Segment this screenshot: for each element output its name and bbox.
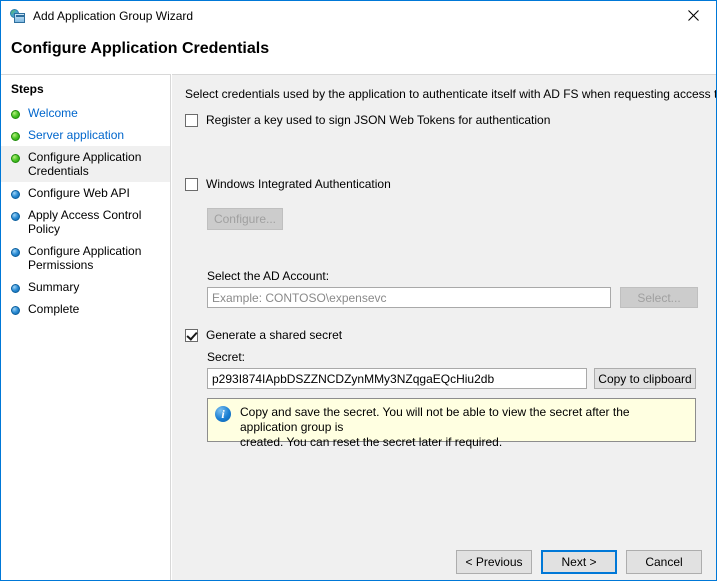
- wizard-window: Add Application Group Wizard Configure A…: [0, 0, 717, 581]
- sidebar-item-label: Summary: [28, 280, 79, 294]
- secret-info-notice: i Copy and save the secret. You will not…: [207, 398, 696, 442]
- register-jwt-key-checkbox-row[interactable]: Register a key used to sign JSON Web Tok…: [185, 113, 550, 127]
- wizard-footer: < Previous Next > Cancel: [172, 542, 716, 580]
- sidebar-item-complete[interactable]: Complete: [1, 298, 170, 320]
- sidebar-item-summary[interactable]: Summary: [1, 276, 170, 298]
- register-jwt-key-label: Register a key used to sign JSON Web Tok…: [206, 113, 550, 127]
- footer-buttons: < Previous Next > Cancel: [456, 550, 702, 574]
- sidebar-item-apply-access-control-policy[interactable]: Apply Access Control Policy: [1, 204, 170, 240]
- title-bar: Add Application Group Wizard: [1, 1, 716, 31]
- sidebar-item-configure-application-permissions[interactable]: Configure Application Permissions: [1, 240, 170, 276]
- secret-label: Secret:: [207, 350, 245, 364]
- sidebar-item-label: Welcome: [28, 106, 78, 120]
- next-button[interactable]: Next >: [541, 550, 617, 574]
- content-panel: Select credentials used by the applicati…: [172, 74, 716, 580]
- app-group-wizard-icon: [10, 8, 26, 24]
- steps-sidebar: Steps Welcome Server application Configu…: [1, 74, 171, 580]
- close-button[interactable]: [671, 1, 716, 30]
- step-bullet-icon: [11, 154, 20, 163]
- windows-integrated-auth-checkbox[interactable]: [185, 178, 198, 191]
- notice-line-1: Copy and save the secret. You will not b…: [240, 405, 630, 434]
- step-bullet-icon: [11, 212, 20, 221]
- windows-integrated-auth-label: Windows Integrated Authentication: [206, 177, 391, 191]
- sidebar-item-configure-application-credentials[interactable]: Configure Application Credentials: [1, 146, 170, 182]
- page-title: Configure Application Credentials: [11, 40, 269, 58]
- steps-heading: Steps: [11, 82, 170, 96]
- page-header: Configure Application Credentials: [1, 31, 716, 74]
- step-bullet-icon: [11, 248, 20, 257]
- sidebar-item-label: Configure Web API: [28, 186, 130, 200]
- step-bullet-icon: [11, 190, 20, 199]
- window-title: Add Application Group Wizard: [33, 9, 193, 23]
- windows-integrated-auth-checkbox-row[interactable]: Windows Integrated Authentication: [185, 177, 391, 191]
- previous-button[interactable]: < Previous: [456, 550, 532, 574]
- secret-input[interactable]: p293I874IApbDSZZNCDZynMMy3NZqgaEQcHiu2db: [207, 368, 587, 389]
- notice-line-2: created. You can reset the secret later …: [240, 435, 502, 449]
- sidebar-item-label: Apply Access Control Policy: [28, 208, 164, 236]
- close-icon: [688, 10, 699, 21]
- select-ad-account-button[interactable]: Select...: [620, 287, 698, 308]
- generate-shared-secret-checkbox[interactable]: [185, 329, 198, 342]
- sidebar-item-welcome[interactable]: Welcome: [1, 102, 170, 124]
- generate-shared-secret-label: Generate a shared secret: [206, 328, 342, 342]
- ad-account-label: Select the AD Account:: [207, 269, 329, 283]
- register-jwt-key-checkbox[interactable]: [185, 114, 198, 127]
- step-bullet-icon: [11, 284, 20, 293]
- info-icon: i: [215, 406, 231, 422]
- step-bullet-icon: [11, 306, 20, 315]
- step-bullet-icon: [11, 110, 20, 119]
- configure-button[interactable]: Configure...: [207, 208, 283, 230]
- intro-text: Select credentials used by the applicati…: [185, 87, 717, 101]
- sidebar-item-server-application[interactable]: Server application: [1, 124, 170, 146]
- sidebar-item-label: Server application: [28, 128, 124, 142]
- cancel-button[interactable]: Cancel: [626, 550, 702, 574]
- sidebar-item-configure-web-api[interactable]: Configure Web API: [1, 182, 170, 204]
- content-body: Select credentials used by the applicati…: [172, 75, 716, 544]
- sidebar-item-label: Configure Application Credentials: [28, 150, 164, 178]
- sidebar-item-label: Configure Application Permissions: [28, 244, 164, 272]
- step-bullet-icon: [11, 132, 20, 141]
- copy-to-clipboard-button[interactable]: Copy to clipboard: [594, 368, 696, 389]
- generate-shared-secret-checkbox-row[interactable]: Generate a shared secret: [185, 328, 342, 342]
- ad-account-input[interactable]: Example: CONTOSO\expensevc: [207, 287, 611, 308]
- sidebar-item-label: Complete: [28, 302, 79, 316]
- notice-text: Copy and save the secret. You will not b…: [240, 405, 687, 450]
